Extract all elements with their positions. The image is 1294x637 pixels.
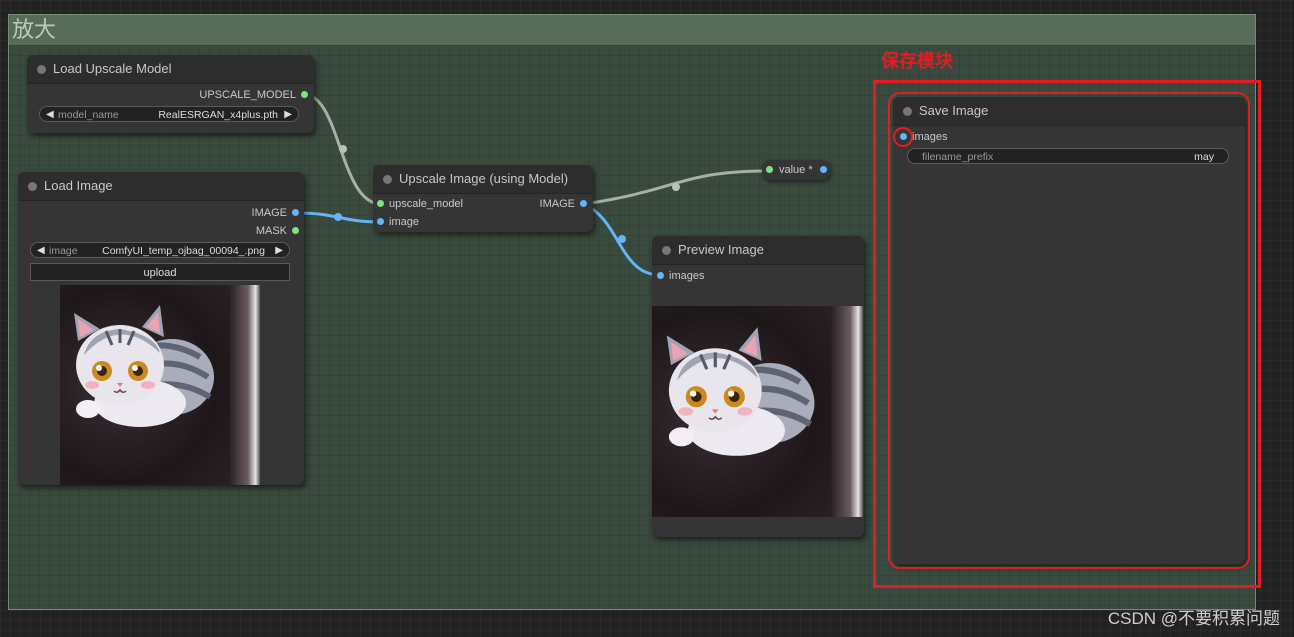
output-mask[interactable]: MASK [256, 224, 299, 238]
input-pin-icon[interactable] [766, 166, 773, 173]
collapse-dot-icon[interactable] [662, 246, 671, 255]
model-name-combo[interactable]: ◀ model_name RealESRGAN_x4plus.pth ▶ [39, 106, 299, 122]
input-pin-icon[interactable] [377, 200, 384, 207]
node-title[interactable]: Load Image [18, 172, 304, 201]
preview-image [652, 306, 863, 517]
output-image[interactable]: IMAGE [252, 206, 299, 220]
arrow-right-icon[interactable]: ▶ [275, 243, 283, 259]
output-image[interactable]: IMAGE [540, 197, 587, 211]
upload-button[interactable]: upload [30, 263, 290, 281]
wire-midpoint-reroute [672, 183, 680, 191]
node-title[interactable]: Upscale Image (using Model) [373, 165, 593, 194]
arrow-left-icon[interactable]: ◀ [37, 243, 45, 259]
wire-midpoint-image-in [334, 213, 342, 221]
node-load-upscale-model[interactable]: Load Upscale Model UPSCALE_MODEL ◀ model… [27, 55, 314, 133]
cat-image [652, 306, 863, 517]
image-combo[interactable]: ◀ image ComfyUI_temp_ojbag_00094_.png ▶ [30, 242, 290, 258]
image-thumbnail [60, 285, 260, 485]
cat-image [60, 285, 260, 485]
input-upscale-model[interactable]: upscale_model [377, 197, 463, 211]
node-title[interactable]: Preview Image [652, 236, 864, 265]
node-title[interactable]: Load Upscale Model [27, 55, 314, 84]
output-upscale-model[interactable]: UPSCALE_MODEL [199, 88, 308, 102]
wire-midpoint-upscale-model [339, 145, 347, 153]
output-pin-icon[interactable] [292, 209, 299, 216]
node-preview-image[interactable]: Preview Image images [652, 236, 864, 537]
annotation-label: 保存模块 [881, 51, 953, 71]
arrow-left-icon[interactable]: ◀ [46, 107, 54, 123]
node-upscale-image[interactable]: Upscale Image (using Model) upscale_mode… [373, 165, 593, 232]
output-pin-icon[interactable] [580, 200, 587, 207]
wire-midpoint-preview [618, 235, 626, 243]
output-pin-icon[interactable] [292, 227, 299, 234]
annotation-box-inner [888, 92, 1250, 569]
collapse-dot-icon[interactable] [383, 175, 392, 184]
input-image[interactable]: image [377, 215, 419, 229]
input-pin-icon[interactable] [377, 218, 384, 225]
collapse-dot-icon[interactable] [28, 182, 37, 191]
input-images[interactable]: images [657, 269, 704, 283]
reroute-slot[interactable]: value * [766, 163, 827, 177]
watermark: CSDN @不要积累问题 [1107, 609, 1280, 628]
annotation-circle [893, 127, 913, 147]
collapse-dot-icon[interactable] [37, 65, 46, 74]
output-pin-icon[interactable] [301, 91, 308, 98]
input-pin-icon[interactable] [657, 272, 664, 279]
node-load-image[interactable]: Load Image IMAGE MASK ◀ image ComfyUI_te… [18, 172, 304, 485]
arrow-right-icon[interactable]: ▶ [284, 107, 292, 123]
output-pin-icon[interactable] [819, 166, 827, 173]
node-reroute[interactable]: value * [762, 160, 830, 180]
